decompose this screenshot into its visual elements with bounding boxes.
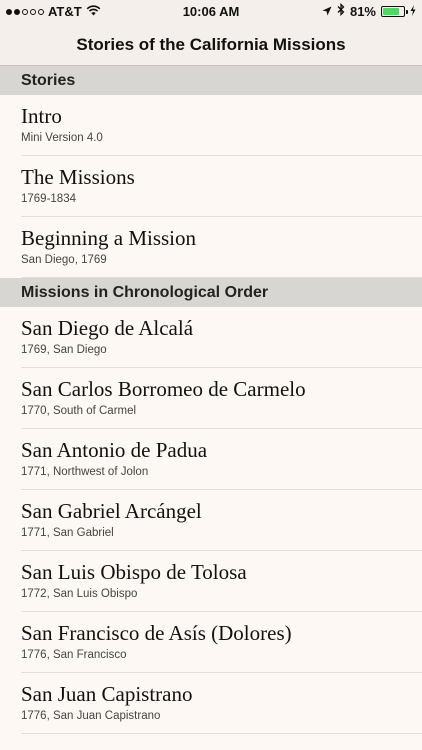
charging-icon — [410, 4, 416, 19]
bluetooth-icon — [337, 2, 345, 19]
list-item-title: San Gabriel Arcángel — [21, 499, 202, 523]
list-item-title: The Missions — [21, 165, 135, 189]
list-item-the-missions[interactable]: The Missions 1769-1834 — [0, 156, 422, 217]
list-item-san-carlos[interactable]: San Carlos Borromeo de Carmelo 1770, Sou… — [0, 368, 422, 429]
section-header-chronological: Missions in Chronological Order — [0, 278, 422, 307]
list-item-subtitle: 1771, Northwest of Jolon — [21, 466, 149, 478]
page-title: Stories of the California Missions — [76, 35, 346, 54]
list-item-san-juan-capistrano[interactable]: San Juan Capistrano 1776, San Juan Capis… — [0, 673, 422, 734]
list-item-title: San Diego de Alcalá — [21, 316, 194, 340]
list-item-intro[interactable]: Intro Mini Version 4.0 — [0, 95, 422, 156]
list-item-san-gabriel[interactable]: San Gabriel Arcángel 1771, San Gabriel — [0, 490, 422, 551]
status-right: 81% — [322, 2, 416, 19]
list-item-san-francisco[interactable]: San Francisco de Asís (Dolores) 1776, Sa… — [0, 612, 422, 673]
list-item-beginning-a-mission[interactable]: Beginning a Mission San Diego, 1769 — [0, 217, 422, 278]
list-item-title: Intro — [21, 104, 62, 128]
list-item-title: San Carlos Borromeo de Carmelo — [21, 377, 306, 401]
location-icon — [322, 4, 332, 19]
list-item-subtitle: 1771, San Gabriel — [21, 527, 114, 539]
list-item-subtitle: San Diego, 1769 — [21, 254, 107, 266]
list-item-title: San Francisco de Asís (Dolores) — [21, 621, 292, 645]
list-item-title: San Antonio de Padua — [21, 438, 208, 462]
list-item-san-antonio[interactable]: San Antonio de Padua 1771, Northwest of … — [0, 429, 422, 490]
list-item-san-diego[interactable]: San Diego de Alcalá 1769, San Diego — [0, 307, 422, 368]
list-item-title: San Luis Obispo de Tolosa — [21, 560, 247, 584]
list-item-subtitle: 1776, San Francisco — [21, 649, 127, 661]
navigation-bar: Stories of the California Missions — [0, 22, 422, 66]
battery-fill — [383, 7, 400, 15]
section-header-stories: Stories — [0, 66, 422, 95]
list-item-subtitle: 1769, San Diego — [21, 344, 107, 356]
missions-list[interactable]: Stories Intro Mini Version 4.0 The Missi… — [0, 66, 422, 734]
battery-percent: 81% — [349, 3, 376, 19]
battery-icon — [381, 5, 408, 17]
list-item-subtitle: 1772, San Luis Obispo — [21, 588, 138, 600]
list-item-subtitle: 1770, South of Carmel — [21, 405, 137, 417]
list-item-san-luis-obispo[interactable]: San Luis Obispo de Tolosa 1772, San Luis… — [0, 551, 422, 612]
status-bar: AT&T 10:06 AM 81% — [0, 0, 422, 22]
list-item-subtitle: 1769-1834 — [21, 193, 76, 205]
list-item-title: San Juan Capistrano — [21, 682, 193, 706]
list-item-subtitle: 1776, San Juan Capistrano — [21, 710, 161, 722]
list-item-title: Beginning a Mission — [21, 226, 197, 250]
list-item-subtitle: Mini Version 4.0 — [21, 132, 103, 144]
battery-nub — [406, 9, 408, 14]
